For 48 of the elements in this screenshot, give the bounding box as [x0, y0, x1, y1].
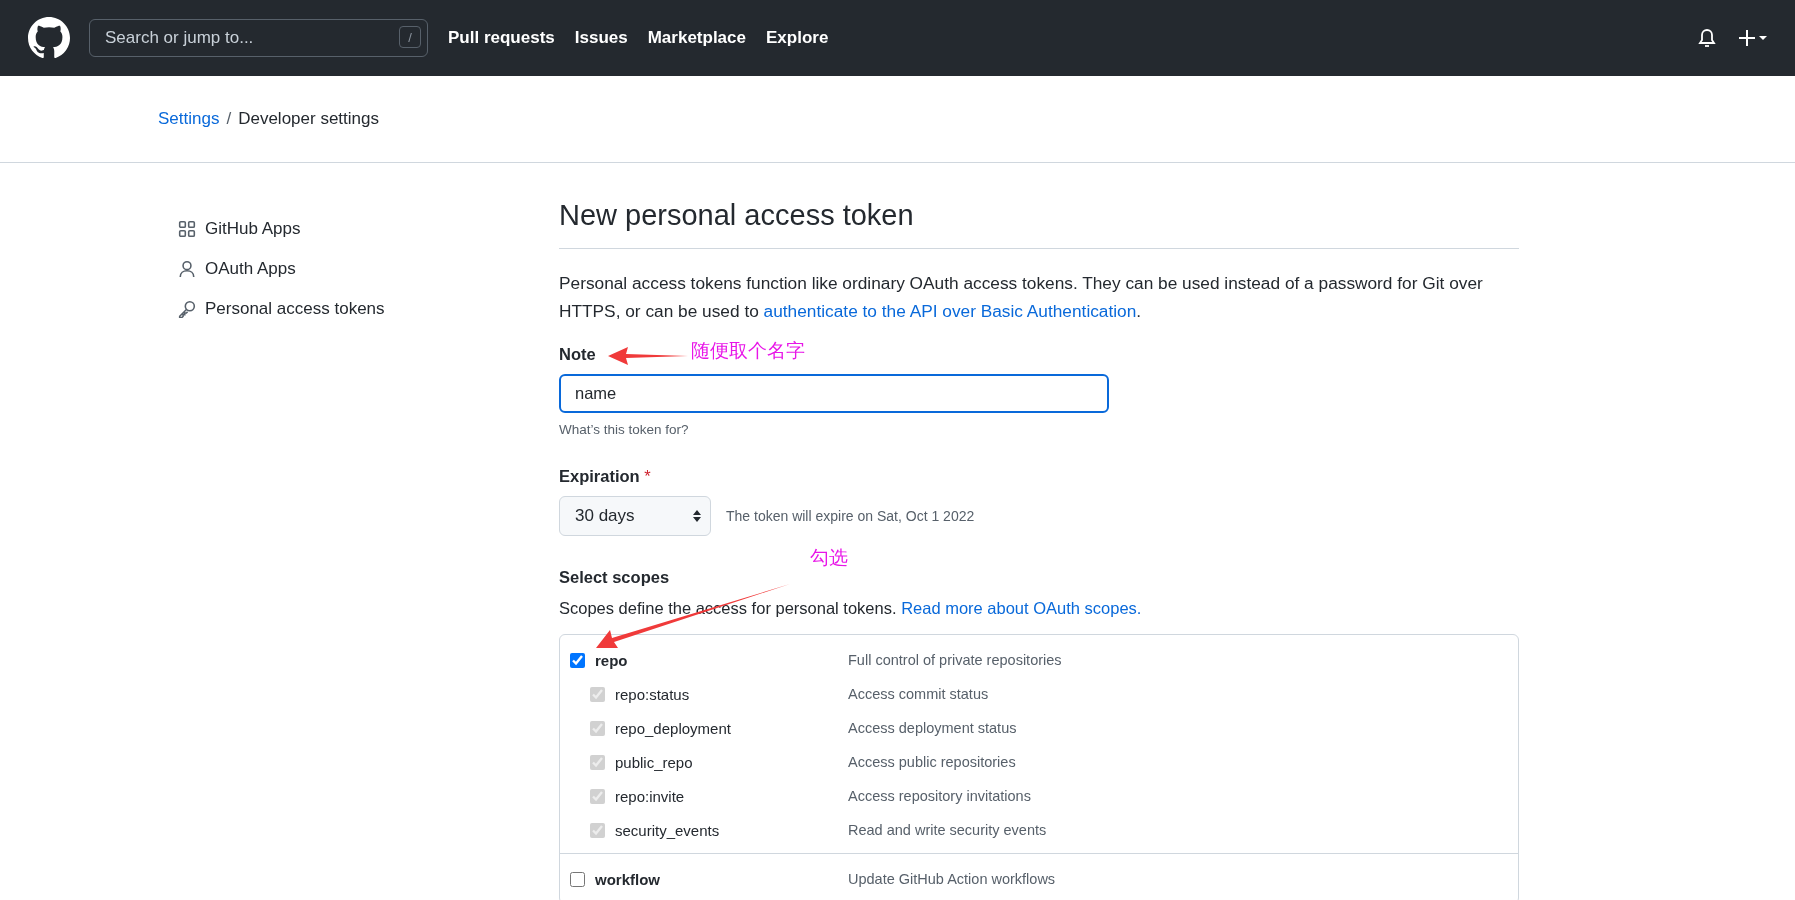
nav-link[interactable]: Marketplace: [647, 28, 746, 48]
sidebar-link[interactable]: GitHub Apps: [205, 219, 301, 239]
note-input[interactable]: name: [559, 374, 1109, 413]
api-auth-link[interactable]: authenticate to the API over Basic Authentication: [763, 301, 1137, 321]
note-label: Note: [559, 345, 596, 364]
bell-icon[interactable]: [1697, 27, 1717, 49]
scope-description: Access repository invitations: [848, 788, 1031, 804]
scope-description: Access deployment status: [848, 720, 1017, 736]
scope-name: public_repo: [615, 753, 694, 771]
updown-icon: [692, 509, 702, 523]
scope-name: repo:status: [615, 685, 691, 703]
page-title: New personal access token: [559, 191, 1519, 249]
breadcrumb-separator: /: [226, 109, 232, 129]
sidebar-link[interactable]: Personal access tokens: [205, 299, 385, 319]
scope-name: security_events: [615, 821, 721, 839]
shortcut-key: /: [399, 26, 421, 48]
breadcrumb-current: Developer settings: [238, 109, 379, 129]
breadcrumb-link[interactable]: Settings: [158, 109, 220, 129]
scope-description: Update GitHub Action workflows: [848, 871, 1056, 887]
annotation-text: 随便取个名字: [691, 339, 805, 363]
scope-description: Access public repositories: [848, 754, 1016, 770]
expiration-info: The token will expire on Sat, Oct 1 2022: [726, 508, 975, 524]
scope-description: Full control of private repositories: [848, 652, 1062, 668]
scope-name: repo: [595, 651, 629, 669]
scope-description: Read and write security events: [848, 822, 1047, 838]
person-icon: [178, 260, 196, 278]
expiration-label: Expiration: [559, 467, 640, 485]
apps-grid-icon: [178, 220, 196, 238]
nav-link[interactable]: Issues: [574, 28, 628, 48]
plus-dropdown-icon[interactable]: [1739, 28, 1767, 48]
scopes-label: Select scopes: [559, 568, 670, 587]
nav-link[interactable]: Pull requests: [448, 28, 555, 48]
sidebar-link[interactable]: OAuth Apps: [205, 259, 296, 279]
required-mark: *: [644, 467, 651, 485]
scope-checkbox[interactable]: [570, 652, 585, 668]
intro-paragraph: Personal access tokens function like ordinary OAuth access tokens. They can be used instead of a password for Git over HTTPS, or can be used to authenticate to the API over Basic Authentication.: [559, 272, 1484, 323]
scope-name: workflow: [595, 870, 661, 888]
scope-name: repo_deployment: [615, 719, 732, 737]
github-logo-icon[interactable]: [28, 17, 70, 59]
expiration-select[interactable]: 30 days: [559, 496, 711, 536]
oauth-scopes-link[interactable]: Read more about OAuth scopes.: [901, 599, 1142, 617]
key-icon: [178, 300, 196, 318]
nav-link[interactable]: Explore: [766, 28, 829, 48]
scope-name: repo:invite: [615, 787, 686, 805]
scope-checkbox[interactable]: [570, 871, 585, 887]
note-hint: What’s this token for?: [559, 422, 690, 437]
annotation-text: 勾选: [810, 546, 848, 570]
scope-description: Access commit status: [848, 686, 989, 702]
